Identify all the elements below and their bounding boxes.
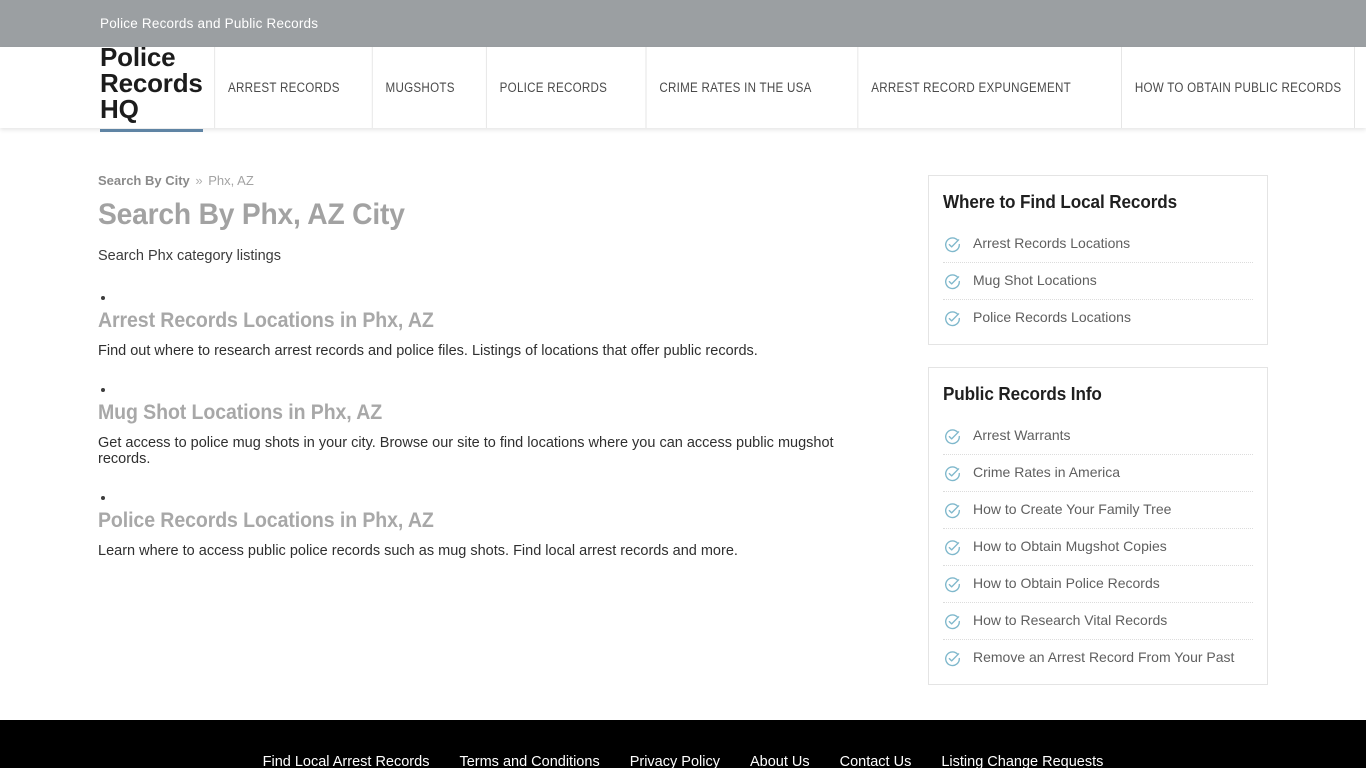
nav-item-police-records[interactable]: POLICE RECORDS: [485, 47, 620, 128]
check-circle-icon: [944, 465, 961, 482]
list-item-label: Arrest Records Locations: [973, 235, 1131, 251]
list-item[interactable]: Police Records Locations: [943, 300, 1253, 336]
listing-item: Arrest Records Locations in Phx, AZ Find…: [98, 296, 888, 359]
header-inner: Police Records HQ ARREST RECORDS MUGSHOT…: [98, 44, 1356, 132]
widget-title: Where to Find Local Records: [943, 192, 1178, 212]
check-circle-icon: [944, 273, 961, 290]
list-item[interactable]: How to Obtain Police Records: [943, 566, 1253, 603]
list-item[interactable]: How to Create Your Family Tree: [943, 492, 1253, 529]
page-title: Search By Phx, AZ City: [98, 198, 405, 231]
main-content: Search By City » Phx, AZ Search By Phx, …: [98, 173, 928, 707]
check-circle-icon: [944, 539, 961, 556]
list-item[interactable]: Arrest Records Locations: [943, 226, 1253, 263]
list-item[interactable]: Arrest Warrants: [943, 418, 1253, 455]
bullet-icon: [101, 496, 105, 501]
footer-link-find-local-arrest-records[interactable]: Find Local Arrest Records: [263, 754, 430, 768]
widget-where-to-find-local-records: Where to Find Local Records Arrest Recor…: [928, 175, 1268, 345]
bullet-icon: [101, 296, 105, 300]
footer-link-listing-change-requests[interactable]: Listing Change Requests: [941, 754, 1103, 768]
list-item-label: How to Research Vital Records: [973, 612, 1168, 628]
top-utility-bar: Police Records and Public Records: [0, 0, 1366, 47]
nav-item-how-to-obtain-public-records[interactable]: HOW TO OBTAIN PUBLIC RECORDS: [1121, 47, 1356, 128]
listing-title-link[interactable]: Police Records Locations in Phx, AZ: [98, 509, 833, 533]
listing-title-link[interactable]: Mug Shot Locations in Phx, AZ: [98, 401, 833, 425]
list-item[interactable]: Remove an Arrest Record From Your Past: [943, 640, 1253, 676]
breadcrumb-current: Phx, AZ: [208, 173, 254, 188]
widget-title: Public Records Info: [943, 384, 1102, 404]
list-item-label: How to Obtain Police Records: [973, 575, 1160, 591]
nav-item-crime-rates-in-the-usa[interactable]: CRIME RATES IN THE USA: [645, 47, 825, 128]
logo-link[interactable]: Police Records HQ: [98, 44, 203, 132]
breadcrumb: Search By City » Phx, AZ: [98, 173, 888, 188]
list-item[interactable]: How to Research Vital Records: [943, 603, 1253, 640]
breadcrumb-parent-link[interactable]: Search By City: [98, 173, 190, 188]
widget-public-records-info: Public Records Info Arrest Warrants Crim…: [928, 367, 1268, 685]
check-circle-icon: [944, 502, 961, 519]
nav-item-mugshots[interactable]: MUGSHOTS: [371, 47, 467, 128]
listing-description: Find out where to research arrest record…: [98, 343, 758, 360]
listing-item: Mug Shot Locations in Phx, AZ Get access…: [98, 388, 888, 467]
footer-link-terms-and-conditions[interactable]: Terms and Conditions: [459, 754, 599, 768]
site-footer: Find Local Arrest Records Terms and Cond…: [0, 720, 1366, 768]
bullet-icon: [101, 388, 105, 393]
list-item-label: How to Create Your Family Tree: [973, 501, 1172, 517]
footer-link-privacy-policy[interactable]: Privacy Policy: [630, 754, 720, 768]
check-circle-icon: [944, 236, 961, 253]
list-item-label: Crime Rates in America: [973, 464, 1121, 480]
list-item-label: Arrest Warrants: [973, 427, 1071, 443]
check-circle-icon: [944, 650, 961, 667]
site-logo-text: Police Records HQ: [100, 44, 203, 132]
page-container: Search By City » Phx, AZ Search By Phx, …: [98, 128, 1268, 707]
widget-link-list: Arrest Warrants Crime Rates in America H…: [943, 418, 1253, 676]
breadcrumb-separator: »: [195, 173, 203, 188]
main-navigation: ARREST RECORDS MUGSHOTS POLICE RECORDS C…: [203, 47, 1366, 128]
check-circle-icon: [944, 576, 961, 593]
listing-title-link[interactable]: Arrest Records Locations in Phx, AZ: [98, 309, 833, 333]
listing-description: Learn where to access public police reco…: [98, 543, 738, 560]
list-item[interactable]: Crime Rates in America: [943, 455, 1253, 492]
footer-link-about-us[interactable]: About Us: [750, 754, 810, 768]
list-item-label: Remove an Arrest Record From Your Past: [973, 649, 1235, 665]
list-item[interactable]: Mug Shot Locations: [943, 263, 1253, 300]
page-intro-text: Search Phx category listings: [98, 248, 281, 264]
check-circle-icon: [944, 310, 961, 327]
nav-item-arrest-record-expungement[interactable]: ARREST RECORD EXPUNGEMENT: [857, 47, 1084, 128]
list-item-label: Mug Shot Locations: [973, 272, 1097, 288]
list-item[interactable]: How to Obtain Mugshot Copies: [943, 529, 1253, 566]
footer-links: Find Local Arrest Records Terms and Cond…: [98, 720, 1268, 768]
sidebar: Where to Find Local Records Arrest Recor…: [928, 173, 1268, 707]
site-header: Police Records HQ ARREST RECORDS MUGSHOT…: [0, 44, 1366, 132]
list-item-label: Police Records Locations: [973, 309, 1131, 325]
check-circle-icon: [944, 428, 961, 445]
top-utility-bar-inner: Police Records and Public Records: [98, 15, 1268, 33]
listing-description: Get access to police mug shots in your c…: [98, 435, 834, 468]
widget-link-list: Arrest Records Locations Mug Shot Locati…: [943, 226, 1253, 336]
check-circle-icon: [944, 613, 961, 630]
site-tagline: Police Records and Public Records: [100, 15, 319, 31]
listing-item: Police Records Locations in Phx, AZ Lear…: [98, 496, 888, 559]
nav-item-arrest-records[interactable]: ARREST RECORDS: [213, 47, 352, 128]
list-item-label: How to Obtain Mugshot Copies: [973, 538, 1167, 554]
footer-link-contact-us[interactable]: Contact Us: [840, 754, 912, 768]
